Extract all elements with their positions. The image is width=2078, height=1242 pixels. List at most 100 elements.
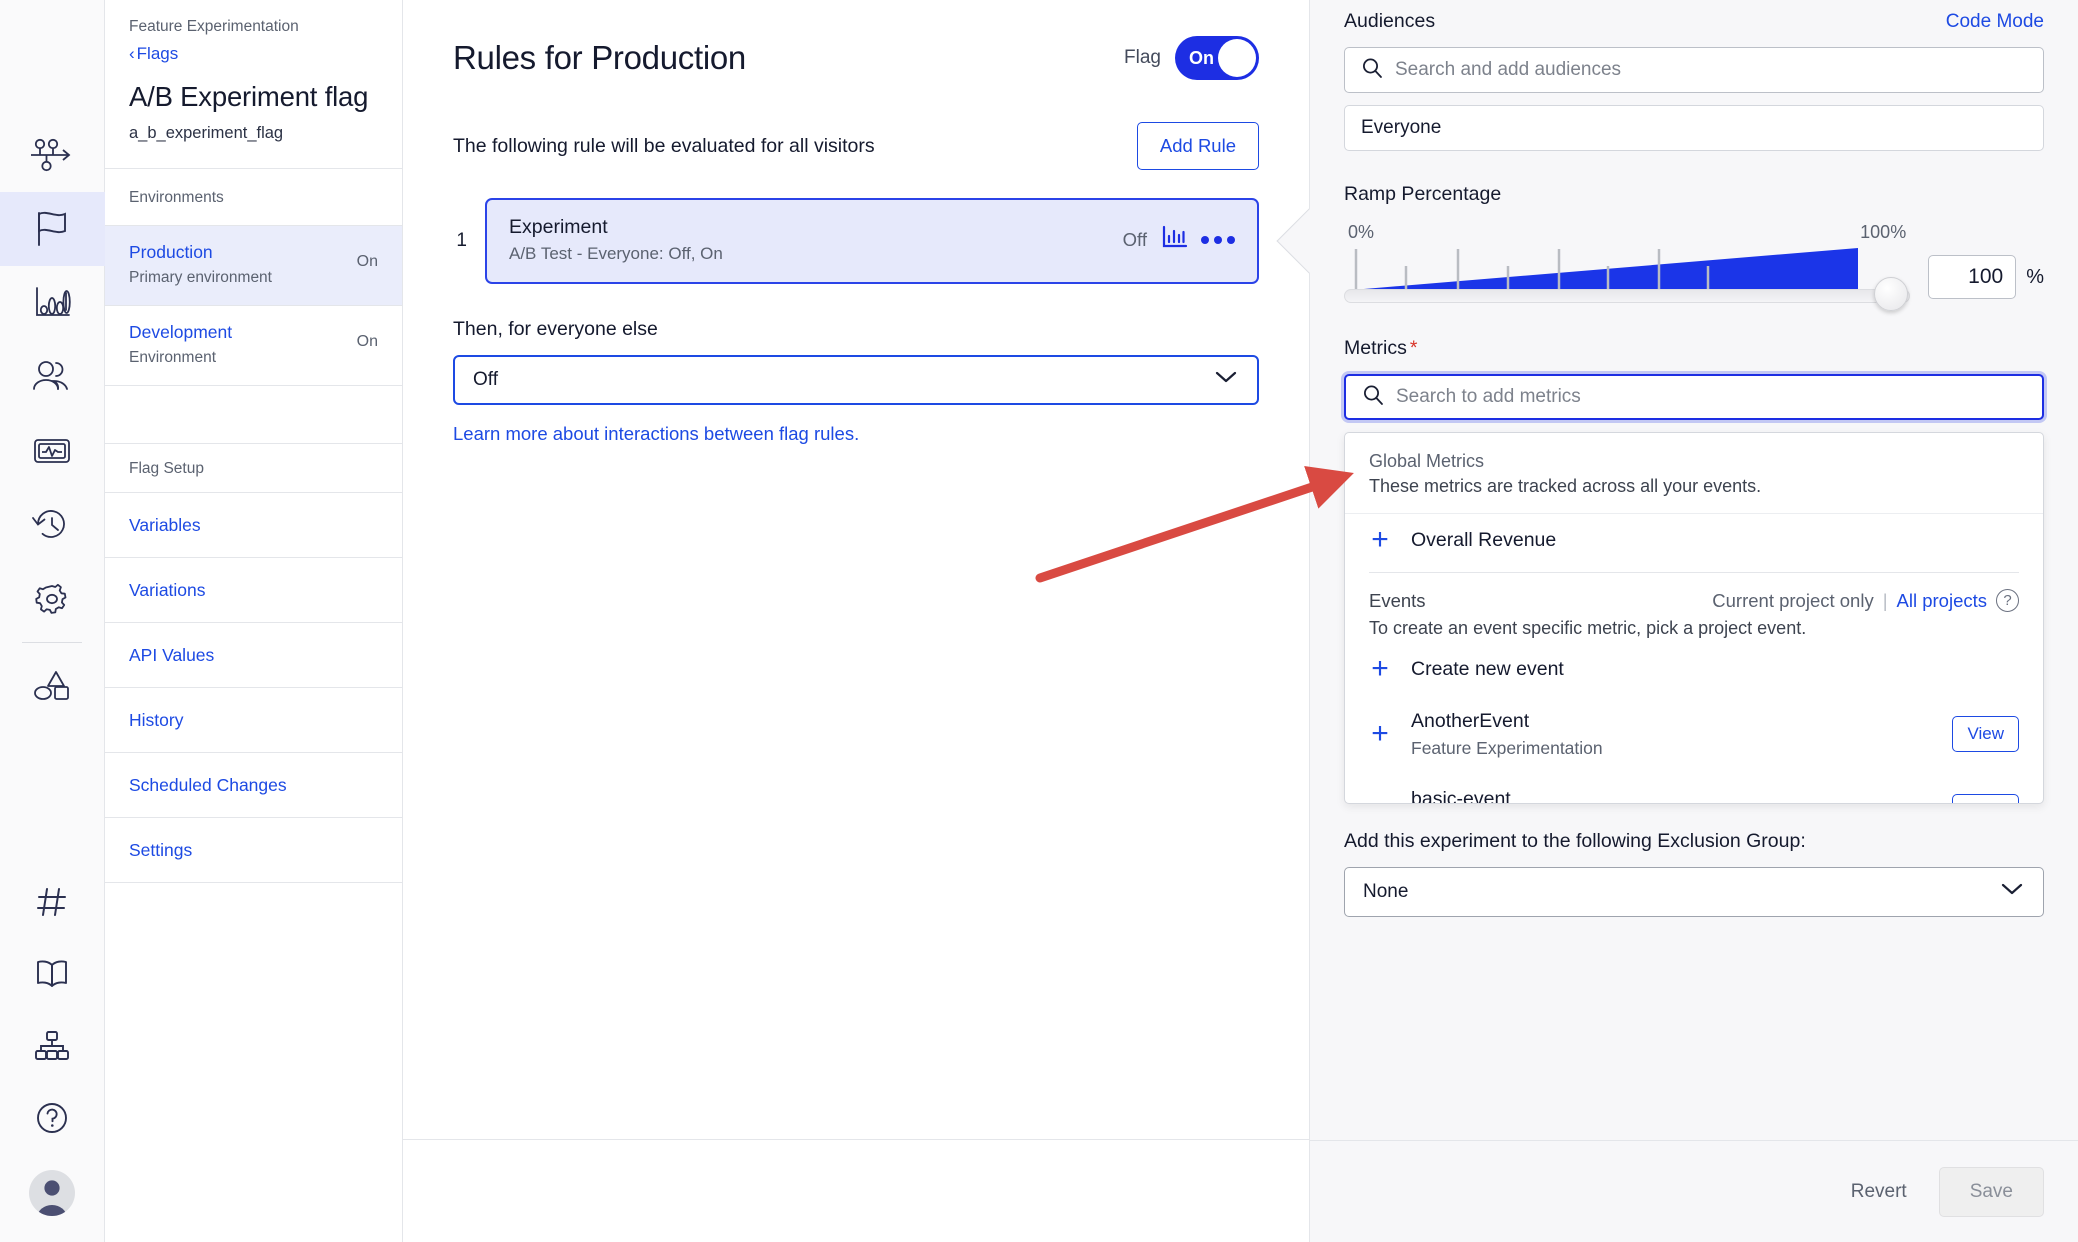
- environments-section-label: Environments: [105, 169, 402, 226]
- dropdown-item-body: AnotherEvent Feature Experimentation: [1411, 707, 1932, 761]
- ramp-scale-labels: 0% 100%: [1344, 222, 1910, 247]
- dropdown-item-body: basic-event Feature Experimentation: [1411, 785, 1932, 804]
- app-root: Feature Experimentation ‹Flags A/B Exper…: [0, 0, 2078, 1242]
- rail-item-projects[interactable]: [0, 1012, 105, 1084]
- flag-detail-sidebar: Feature Experimentation ‹Flags A/B Exper…: [105, 0, 403, 1242]
- rule-card-actions: Off: [1123, 224, 1235, 257]
- save-button[interactable]: Save: [1939, 1167, 2044, 1217]
- sidebar-item-settings[interactable]: Settings: [105, 818, 402, 883]
- view-event-button[interactable]: View: [1952, 794, 2019, 804]
- exclusion-group-select[interactable]: None: [1344, 867, 2044, 917]
- back-to-flags-link[interactable]: ‹Flags: [129, 40, 378, 68]
- experiments-icon: [29, 135, 75, 175]
- ramp-track[interactable]: [1344, 247, 1910, 305]
- rule-card-body: Experiment A/B Test - Everyone: Off, On: [509, 213, 723, 267]
- book-icon: [33, 957, 71, 996]
- plus-icon: +: [1369, 530, 1391, 550]
- rule-index: 1: [453, 230, 467, 252]
- dropdown-item-basic-event[interactable]: + basic-event Feature Experimentation Vi…: [1345, 773, 2043, 804]
- rail-item-shapes[interactable]: [0, 647, 105, 721]
- view-event-button[interactable]: View: [1952, 716, 2019, 752]
- dropdown-item-anotherevent[interactable]: + AnotherEvent Feature Experimentation V…: [1345, 695, 2043, 773]
- ramp-slider[interactable]: 0% 100%: [1344, 222, 1910, 305]
- rail-item-experiments[interactable]: [0, 118, 105, 192]
- sidebar-item-variables[interactable]: Variables: [105, 493, 402, 558]
- flag-toggle-label: Flag: [1124, 47, 1161, 69]
- sitemap-icon: [33, 1029, 71, 1068]
- sidebar-item-history[interactable]: History: [105, 688, 402, 753]
- search-icon: [1362, 384, 1384, 411]
- required-asterisk: *: [1410, 337, 1418, 359]
- sidebar-item-api-values[interactable]: API Values: [105, 623, 402, 688]
- scope-all-projects[interactable]: All projects: [1897, 590, 1987, 612]
- hash-icon: [34, 884, 70, 925]
- rule-name: Experiment: [509, 213, 723, 241]
- rule-card-experiment[interactable]: Experiment A/B Test - Everyone: Off, On …: [485, 198, 1259, 284]
- audience-chip-everyone[interactable]: Everyone: [1344, 105, 2044, 151]
- rule-description: A/B Test - Everyone: Off, On: [509, 241, 723, 267]
- ramp-max-label: 100%: [1860, 222, 1906, 243]
- primary-icon-rail: [0, 0, 105, 1242]
- fallback-select-value: Off: [473, 369, 498, 391]
- ramp-rail: [1344, 289, 1910, 303]
- ramp-percentage-label: Ramp Percentage: [1344, 183, 2044, 206]
- dropdown-item-title: basic-event: [1411, 785, 1932, 804]
- rail-item-docs[interactable]: [0, 940, 105, 1012]
- revert-button[interactable]: Revert: [1837, 1169, 1921, 1215]
- rail-item-help[interactable]: [0, 1084, 105, 1156]
- rail-item-flags[interactable]: [0, 192, 105, 266]
- dropdown-item-body: Overall Revenue: [1411, 526, 2019, 554]
- scope-current-project[interactable]: Current project only: [1712, 590, 1873, 612]
- chevron-down-icon: [1999, 881, 2025, 903]
- avatar[interactable]: [29, 1170, 75, 1216]
- rule-overflow-menu-icon[interactable]: [1201, 236, 1235, 244]
- ramp-slider-handle[interactable]: [1874, 277, 1908, 311]
- global-metrics-description: These metrics are tracked across all you…: [1345, 476, 2043, 513]
- rail-item-settings[interactable]: [0, 562, 105, 636]
- bar-chart-icon: [29, 283, 75, 323]
- fallback-select[interactable]: Off: [453, 355, 1259, 405]
- rule-results-chart-icon[interactable]: [1159, 224, 1189, 257]
- flag-key: a_b_experiment_flag: [129, 120, 378, 146]
- rail-divider: [22, 642, 82, 643]
- ramp-min-label: 0%: [1348, 222, 1374, 243]
- environment-state: On: [357, 239, 378, 271]
- metrics-dropdown: Global Metrics These metrics are tracked…: [1344, 432, 2044, 804]
- flag-toggle[interactable]: On: [1175, 36, 1259, 80]
- dropdown-item-overall-revenue[interactable]: + Overall Revenue: [1345, 513, 2043, 566]
- flag-toggle-group: Flag On: [1124, 36, 1259, 80]
- rail-item-audiences[interactable]: [0, 340, 105, 414]
- rail-bottom-group: [0, 868, 105, 1242]
- sidebar-item-production[interactable]: Production Primary environment On: [105, 226, 402, 306]
- ramp-percent-symbol: %: [2026, 266, 2044, 289]
- rules-panel-footer: [403, 1139, 1309, 1241]
- monitor-pulse-icon: [29, 431, 75, 471]
- flag-setup-section-label: Flag Setup: [105, 444, 402, 493]
- breadcrumb: Feature Experimentation: [129, 14, 378, 40]
- audience-search-input[interactable]: [1395, 59, 2027, 81]
- learn-more-link[interactable]: Learn more about interactions between fl…: [453, 423, 1259, 445]
- sidebar-item-development[interactable]: Development Environment On: [105, 306, 402, 386]
- experiment-detail-panel: Audiences Code Mode Everyone Ramp Percen…: [1310, 0, 2078, 1242]
- rail-item-channels[interactable]: [0, 868, 105, 940]
- shapes-icon: [29, 664, 75, 704]
- audience-search-box[interactable]: [1344, 47, 2044, 93]
- rail-item-history[interactable]: [0, 488, 105, 562]
- environment-subtitle: Primary environment: [129, 266, 272, 290]
- metrics-search-box[interactable]: [1344, 374, 2044, 420]
- add-rule-button[interactable]: Add Rule: [1137, 122, 1259, 170]
- rail-item-reports[interactable]: [0, 266, 105, 340]
- ramp-percentage-input[interactable]: [1928, 255, 2016, 299]
- code-mode-link[interactable]: Code Mode: [1946, 11, 2044, 33]
- dropdown-item-create-new-event[interactable]: + Create new event: [1345, 643, 2043, 695]
- rail-item-events[interactable]: [0, 414, 105, 488]
- environment-name: Production: [129, 239, 272, 266]
- help-icon[interactable]: ?: [1996, 589, 2019, 612]
- dropdown-item-title: Create new event: [1411, 655, 2019, 683]
- ramp-value-group: %: [1928, 255, 2044, 305]
- events-label: Events: [1369, 590, 1426, 612]
- sidebar-item-variations[interactable]: Variations: [105, 558, 402, 623]
- global-metrics-heading: Global Metrics: [1345, 433, 2043, 476]
- metrics-search-input[interactable]: [1396, 386, 2026, 408]
- sidebar-item-scheduled-changes[interactable]: Scheduled Changes: [105, 753, 402, 818]
